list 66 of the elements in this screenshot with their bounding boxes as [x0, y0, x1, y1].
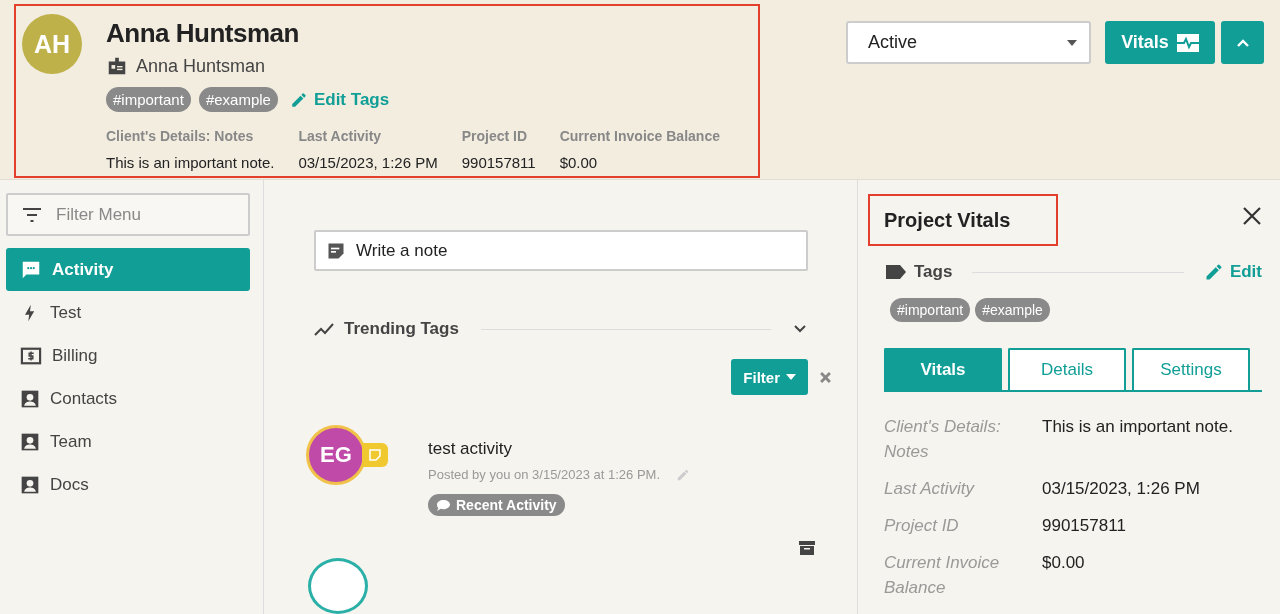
field-label: Last Activity	[884, 478, 976, 500]
field-label: Client's Details: Notes	[884, 416, 1002, 463]
sidebar-item[interactable]: Docs	[6, 463, 250, 506]
speech-bubble-icon	[436, 498, 451, 512]
activity-meta: Posted by you on 3/15/2023 at 1:26 PM.	[428, 467, 660, 482]
account-name: Anna Huntsman	[136, 55, 266, 77]
section-title: Trending Tags	[344, 319, 459, 339]
sidebar-item[interactable]: Activity	[6, 248, 250, 291]
panel-tab[interactable]: Vitals	[884, 348, 1002, 390]
chevron-up-icon	[1235, 37, 1250, 48]
trend-line-icon	[314, 322, 334, 336]
chevron-down-icon[interactable]	[793, 324, 807, 334]
status-dropdown[interactable]: Active	[846, 21, 1091, 64]
field-value: 03/15/2023, 1:26 PM	[1042, 478, 1201, 500]
avatar	[308, 558, 368, 614]
sidebar-item[interactable]: Test	[6, 291, 250, 334]
tag-chip[interactable]: #important	[890, 298, 971, 322]
field-label: Last Activity	[298, 128, 383, 144]
filter-menu-field[interactable]: Filter Menu	[6, 193, 250, 236]
field-label: Project ID	[884, 515, 960, 537]
sidebar-item[interactable]: Team	[6, 420, 250, 463]
vitals-button[interactable]: Vitals	[1105, 21, 1215, 64]
client-name: Anna Huntsman	[106, 18, 300, 49]
field-label: Current Invoice Balance	[884, 552, 1001, 599]
edit-tags-link[interactable]: Edit Tags	[289, 89, 390, 110]
field-value: 03/15/2023, 1:26 PM	[298, 154, 438, 171]
edit-link[interactable]: Edit	[1203, 262, 1262, 282]
close-icon[interactable]	[1242, 206, 1262, 226]
avatar: AH	[22, 14, 82, 74]
person-icon	[20, 431, 40, 452]
field-value: $0.00	[559, 154, 599, 171]
sidebar-item[interactable]: Billing	[6, 334, 250, 377]
pulse-icon	[1176, 33, 1199, 52]
avatar: EG	[306, 425, 366, 485]
caret-icon	[786, 374, 796, 380]
field-value: 990157811	[461, 154, 536, 171]
tag-chip[interactable]: #example	[975, 298, 1050, 322]
person-icon	[20, 474, 40, 495]
panel-tab[interactable]: Details	[1008, 348, 1126, 390]
panel-title: Project Vitals	[868, 194, 1058, 246]
activity-tag[interactable]: Recent Activity	[428, 494, 565, 516]
field-value: 990157811	[1042, 515, 1127, 537]
note-field[interactable]: Write a note	[314, 230, 808, 271]
pencil-icon	[289, 90, 308, 109]
tag-chip[interactable]: #important	[106, 87, 191, 112]
dollar-bill-icon	[20, 345, 42, 366]
id-badge-icon	[106, 55, 128, 77]
filter-button[interactable]: Filter	[731, 359, 808, 395]
tag-chip[interactable]: #example	[198, 87, 278, 112]
caret-icon	[1067, 39, 1077, 46]
field-label: Current Invoice Balance	[559, 128, 720, 144]
field-value: $0.00	[1042, 552, 1086, 574]
archive-box-icon[interactable]	[799, 540, 815, 556]
activity-title: test activity	[428, 439, 514, 459]
filter-icon	[22, 207, 42, 222]
person-icon	[20, 388, 40, 409]
section-title: Tags	[914, 262, 953, 282]
field-label: Client's Details: Notes	[106, 128, 255, 144]
field-value: This is an important note.	[106, 154, 275, 171]
pencil-icon	[676, 467, 690, 482]
note-icon	[369, 449, 381, 461]
field-label: Project ID	[461, 128, 529, 144]
sidebar-item[interactable]: Contacts	[6, 377, 250, 420]
tag-icon	[886, 265, 906, 279]
field-value: This is an important note.	[1042, 416, 1234, 438]
panel-tab[interactable]: Settings	[1132, 348, 1250, 390]
